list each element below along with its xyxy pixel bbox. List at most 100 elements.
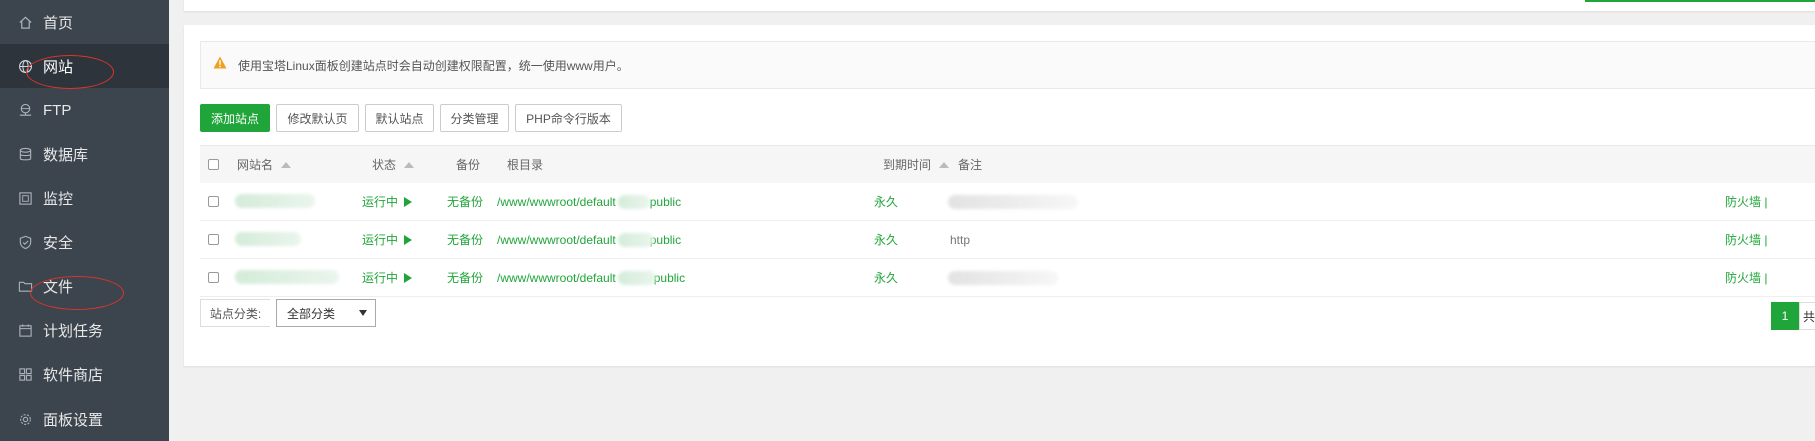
sidebar-item-monitor[interactable]: 监控 <box>0 176 169 220</box>
status-running-toggle[interactable]: 运行中 <box>362 259 413 296</box>
status-running-toggle[interactable]: 运行中 <box>362 221 413 258</box>
sidebar-item-label: 文件 <box>43 278 74 296</box>
database-icon <box>17 146 33 162</box>
column-label: 网站名 <box>237 158 274 172</box>
play-icon <box>404 196 413 207</box>
category-manage-button[interactable]: 分类管理 <box>440 104 509 132</box>
row-checkbox[interactable] <box>208 221 219 258</box>
sidebar-item-label: FTP <box>43 101 72 119</box>
status-text: 运行中 <box>362 195 399 209</box>
column-site-name[interactable]: 网站名 <box>237 146 292 183</box>
php-cli-version-button[interactable]: PHP命令行版本 <box>515 104 622 132</box>
category-filter-label: 站点分类: <box>200 299 270 327</box>
expire-link[interactable]: 永久 <box>874 183 898 220</box>
site-name-redacted[interactable] <box>235 270 339 284</box>
root-dir-prefix: /www/wwwroot/default <box>497 270 616 285</box>
column-label: 备份 <box>456 158 481 172</box>
column-backup: 备份 <box>456 146 480 183</box>
column-label: 状态 <box>372 158 397 172</box>
sort-up-icon <box>939 161 950 168</box>
category-select-value: 全部分类 <box>287 306 336 321</box>
top-card <box>184 0 1815 11</box>
column-expire-time[interactable]: 到期时间 <box>883 146 950 183</box>
column-status[interactable]: 状态 <box>372 146 415 183</box>
root-dir-prefix: /www/wwwroot/default <box>497 232 616 247</box>
ftp-icon <box>17 102 33 118</box>
sort-up-icon <box>281 161 292 168</box>
sidebar-item-label: 网站 <box>43 58 74 76</box>
sidebar-item-label: 计划任务 <box>43 322 104 340</box>
sidebar-item-label: 数据库 <box>43 146 89 164</box>
sidebar-item-files[interactable]: 文件 <box>0 264 169 308</box>
column-label: 到期时间 <box>883 158 932 172</box>
root-dir-link[interactable]: /www/wwwroot/default public <box>497 259 685 296</box>
modify-default-page-button[interactable]: 修改默认页 <box>276 104 359 132</box>
default-site-button[interactable]: 默认站点 <box>365 104 434 132</box>
play-icon <box>404 234 413 245</box>
column-label: 备注 <box>958 158 983 172</box>
category-select[interactable]: 全部分类 <box>276 299 376 327</box>
backup-link[interactable]: 无备份 <box>447 221 483 258</box>
backup-link[interactable]: 无备份 <box>447 259 483 296</box>
root-dir-link[interactable]: /www/wwwroot/default public <box>497 183 681 220</box>
warning-icon <box>213 56 227 72</box>
root-dir-suffix: public <box>649 194 682 209</box>
sidebar-item-ftp[interactable]: FTP <box>0 88 169 132</box>
status-text: 运行中 <box>362 233 399 247</box>
firewall-action-link[interactable]: 防火墙 | <box>1725 221 1767 258</box>
sidebar: 首页 网站 FTP 数据库 监控 安全 文件 计划任务 软件商店 面板设置 <box>0 0 169 441</box>
sidebar-item-cron[interactable]: 计划任务 <box>0 308 169 352</box>
pagination-current-page[interactable]: 1 <box>1771 302 1799 330</box>
expire-link[interactable]: 永久 <box>874 221 898 258</box>
row-checkbox[interactable] <box>208 183 219 220</box>
gear-icon <box>17 411 33 427</box>
root-dir-prefix: /www/wwwroot/default <box>497 194 616 209</box>
row-checkbox[interactable] <box>208 259 219 296</box>
calendar-icon <box>17 322 33 338</box>
info-alert: 使用宝塔Linux面板创建站点时会自动创建权限配置，统一使用www用户。 <box>200 41 1815 89</box>
root-dir-blur <box>618 233 654 247</box>
firewall-action-link[interactable]: 防火墙 | <box>1725 183 1767 220</box>
root-dir-suffix: public <box>653 270 686 285</box>
note-redacted[interactable] <box>948 195 1078 209</box>
folder-icon <box>17 278 33 294</box>
sidebar-item-label: 监控 <box>43 190 74 208</box>
table-row: 运行中 无备份 /www/wwwroot/default public 永久 防火… <box>200 259 1815 297</box>
select-all-checkbox[interactable] <box>208 146 219 183</box>
status-text: 运行中 <box>362 271 399 285</box>
site-name-redacted[interactable] <box>235 232 301 246</box>
add-site-button[interactable]: 添加站点 <box>200 104 270 132</box>
note-redacted[interactable] <box>948 271 1058 285</box>
play-icon <box>404 272 413 283</box>
column-root-dir: 根目录 <box>507 146 543 183</box>
sidebar-item-database[interactable]: 数据库 <box>0 132 169 176</box>
sidebar-item-home[interactable]: 首页 <box>0 0 169 44</box>
expire-link[interactable]: 永久 <box>874 259 898 296</box>
sidebar-item-websites[interactable]: 网站 <box>0 44 169 88</box>
status-running-toggle[interactable]: 运行中 <box>362 183 413 220</box>
root-dir-blur <box>618 271 656 285</box>
root-dir-blur <box>618 195 650 209</box>
shield-icon <box>17 234 33 250</box>
site-name-redacted[interactable] <box>235 194 315 208</box>
apps-grid-icon <box>17 366 33 382</box>
table-row: 运行中 无备份 /www/wwwroot/default public 永久 ht… <box>200 221 1815 259</box>
pagination-total: 共 <box>1799 302 1815 330</box>
table-row: 运行中 无备份 /www/wwwroot/default public 永久 防火… <box>200 183 1815 221</box>
sidebar-item-panel-settings[interactable]: 面板设置 <box>0 397 169 441</box>
alert-text: 使用宝塔Linux面板创建站点时会自动创建权限配置，统一使用www用户。 <box>238 58 629 73</box>
note-text[interactable]: http <box>950 221 970 258</box>
sidebar-item-label: 面板设置 <box>43 411 104 429</box>
sidebar-item-label: 软件商店 <box>43 366 104 384</box>
chevron-down-icon <box>359 310 367 316</box>
backup-link[interactable]: 无备份 <box>447 183 483 220</box>
column-label: 根目录 <box>507 158 544 172</box>
monitor-icon <box>17 190 33 206</box>
column-note: 备注 <box>958 146 982 183</box>
firewall-action-link[interactable]: 防火墙 | <box>1725 259 1767 296</box>
sidebar-item-security[interactable]: 安全 <box>0 220 169 264</box>
top-accent-line <box>1585 0 1815 2</box>
sidebar-item-app-store[interactable]: 软件商店 <box>0 352 169 396</box>
sort-up-icon <box>404 161 415 168</box>
sidebar-item-label: 首页 <box>43 14 74 32</box>
